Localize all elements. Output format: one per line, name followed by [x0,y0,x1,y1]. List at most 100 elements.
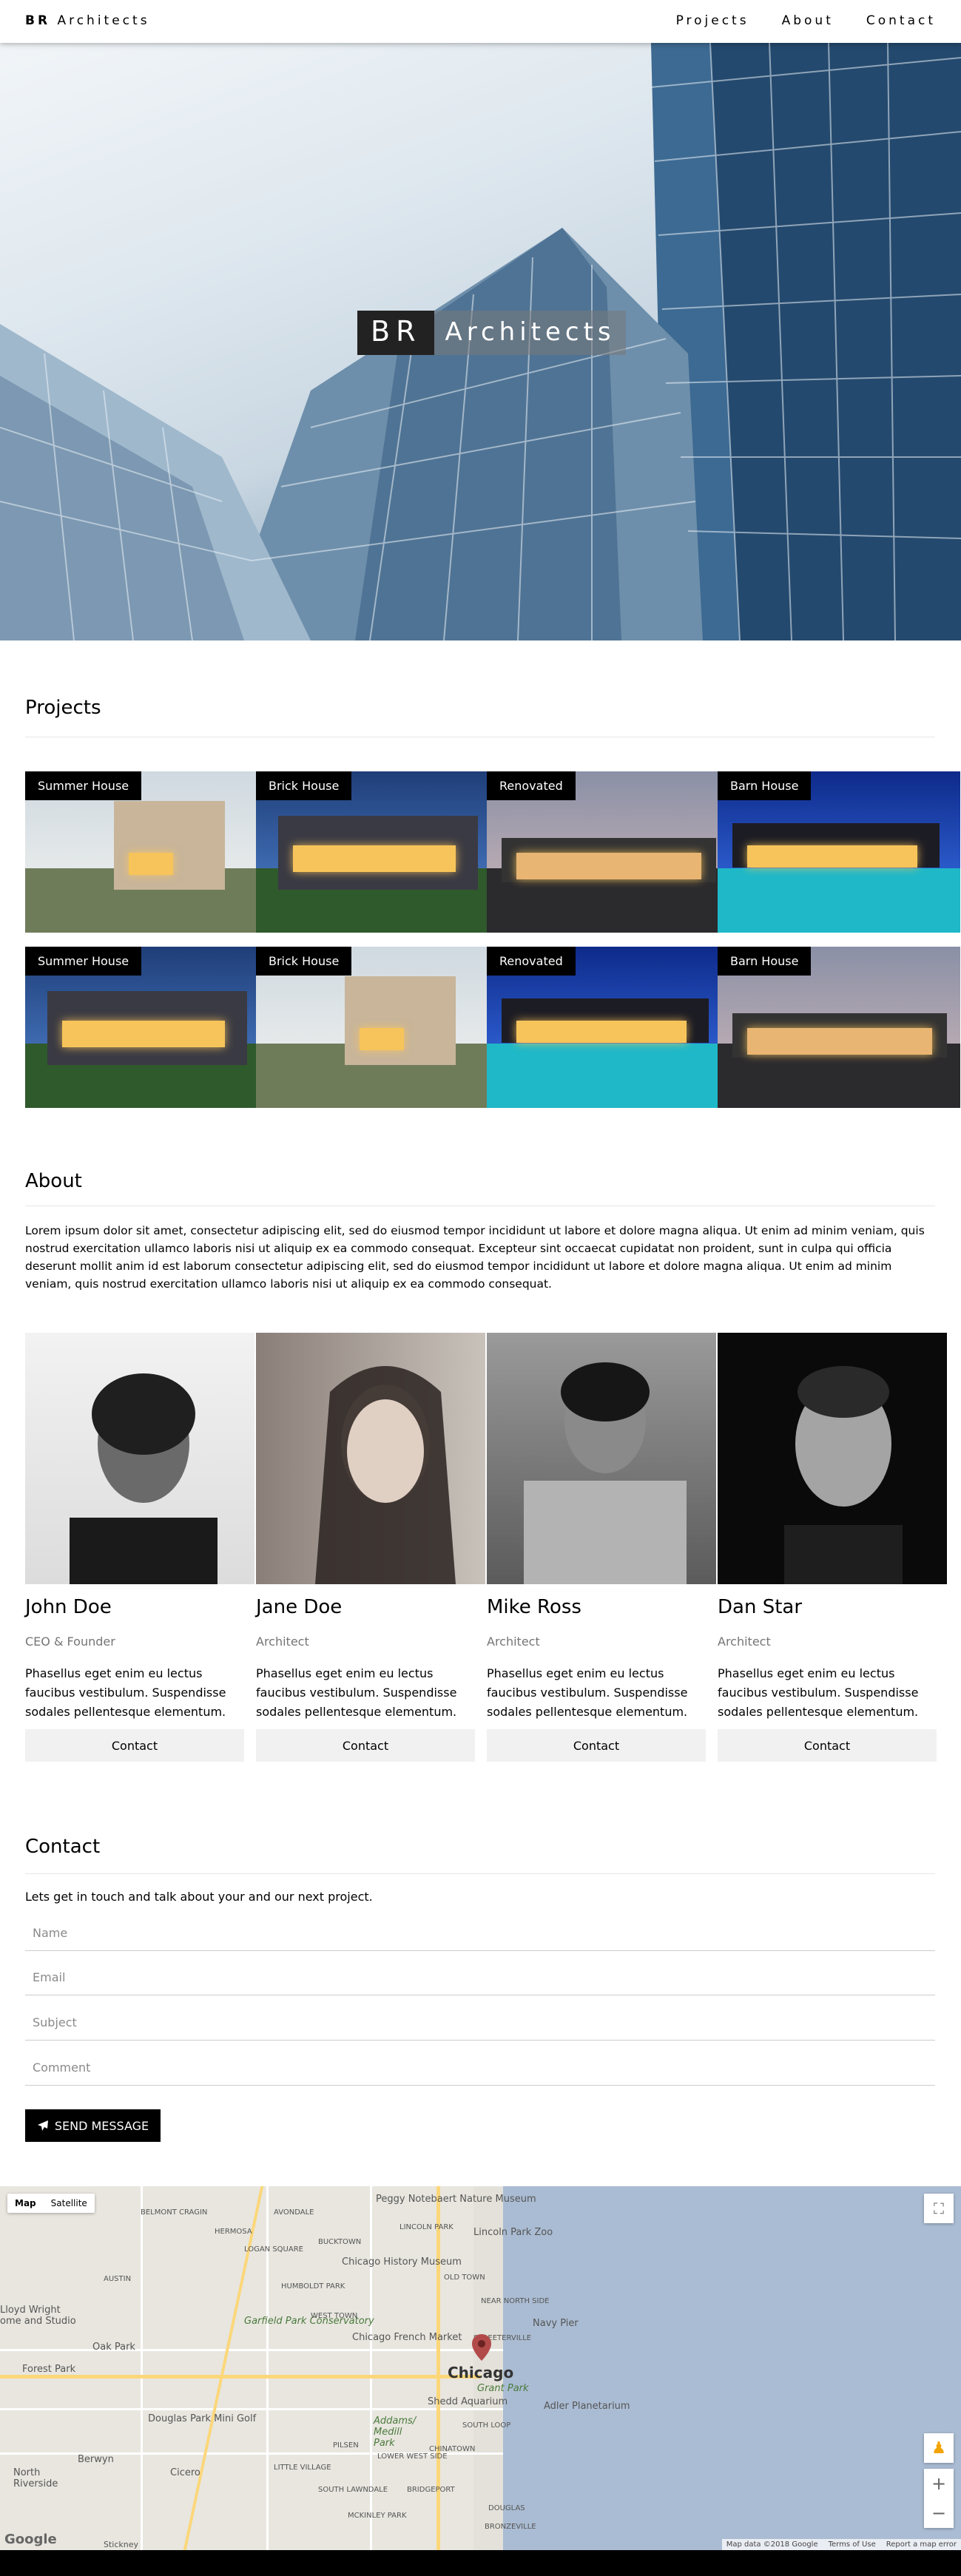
hero-title-rest: Architects [434,311,626,355]
paper-plane-icon [37,2120,48,2131]
brand-bold: BR [25,13,51,28]
project-card[interactable]: Summer House [25,947,268,1108]
brand-logo[interactable]: BR Architects [25,13,150,28]
contact-intro: Lets get in touch and talk about your an… [25,1890,373,1904]
team-contact-button[interactable]: Contact [487,1729,706,1762]
project-card[interactable]: Brick House [256,947,499,1108]
about-heading: About [25,1170,82,1192]
nav-link-about[interactable]: About [782,13,834,28]
project-label: Renovated [487,947,576,976]
project-card[interactable]: Barn House [718,771,960,933]
map-label: OLD TOWN [444,2274,485,2282]
map-data-credit: Map data ©2018 Google [726,2540,818,2549]
project-card[interactable]: Brick House [256,771,499,933]
team-name: Jane Doe [256,1596,343,1618]
contact-divider [25,1873,935,1874]
map-label: Oak Park [92,2342,135,2353]
about-text: Lorem ipsum dolor sit amet, consectetur … [25,1224,925,1291]
send-message-button[interactable]: SEND MESSAGE [25,2109,161,2142]
map-label: LOGAN SQUARE [244,2245,303,2254]
team-name: John Doe [25,1596,112,1618]
map-label: Berwyn [78,2454,114,2465]
map-label: BRIDGEPORT [407,2486,455,2494]
team-description: Phasellus eget enim eu lectus faucibus v… [25,1666,226,1719]
map-label: SOUTH LAWNDALE [318,2486,388,2494]
nav-links: Projects About Contact [676,13,936,28]
team-description: Phasellus eget enim eu lectus faucibus v… [487,1666,688,1719]
map-label: Lincoln Park Zoo [473,2227,553,2238]
map-footer: Map data ©2018 Google Terms of Use Repor… [721,2539,961,2550]
team-contact-button[interactable]: Contact [718,1729,937,1762]
map-label: BRONZEVILLE [485,2523,536,2531]
email-field[interactable] [25,1960,935,1995]
map-label: AVONDALE [274,2208,314,2217]
map-label: WEST TOWN [311,2312,358,2320]
map-label: LOWER WEST SIDE [377,2452,448,2461]
map-label: BELMONT CRAGIN [141,2208,208,2217]
map-type-satellite[interactable]: Satellite [44,2194,95,2213]
nav-link-contact[interactable]: Contact [866,13,936,28]
map-type-toggle: Map Satellite [7,2194,95,2213]
project-label: Renovated [487,771,576,800]
map-lake [503,2186,961,2550]
map-label: DOUGLAS [488,2504,525,2512]
google-logo: Google [4,2532,57,2547]
subject-field[interactable] [25,2005,935,2041]
page: BR Architects Projects About Contact BR … [0,0,961,2576]
send-message-label: SEND MESSAGE [54,2118,149,2133]
map-label: Chicago History Museum [342,2256,462,2268]
team-contact-button[interactable]: Contact [256,1729,475,1762]
map-label: BUCKTOWN [318,2238,362,2246]
google-map[interactable]: Peggy Notebaert Nature Museum Lincoln Pa… [0,2186,961,2550]
team-photo [25,1333,254,1584]
map-terms-link[interactable]: Terms of Use [829,2540,876,2549]
map-marker-icon[interactable] [472,2334,491,2361]
project-card[interactable]: Barn House [718,947,960,1108]
top-navbar: BR Architects Projects About Contact [0,0,961,43]
footer-bar [0,2550,961,2576]
street-view-pegman-icon[interactable]: ♟ [924,2433,954,2463]
team-role: Architect [487,1634,540,1649]
zoom-out-icon[interactable]: − [924,2498,954,2528]
map-label: Navy Pier [533,2318,579,2329]
team-contact-button[interactable]: Contact [25,1729,244,1762]
map-label: NEAR NORTH SIDE [481,2297,550,2305]
zoom-in-icon[interactable]: + [924,2469,954,2498]
team-photo [487,1333,716,1584]
comment-field[interactable] [25,2050,935,2086]
map-label: Lloyd Wright ome and Studio [0,2305,76,2327]
map-label: SOUTH LOOP [462,2421,511,2430]
map-report-link[interactable]: Report a map error [886,2540,957,2549]
nav-link-projects[interactable]: Projects [676,13,749,28]
team-description: Phasellus eget enim eu lectus faucibus v… [718,1666,919,1719]
map-label: HERMOSA [215,2228,252,2236]
team-description: Phasellus eget enim eu lectus faucibus v… [256,1666,457,1719]
map-label: LITTLE VILLAGE [274,2464,331,2472]
map-label: HUMBOLDT PARK [281,2282,345,2291]
team-photo [718,1333,947,1584]
map-label: Chicago French Market [352,2332,462,2343]
team-name: Dan Star [718,1596,803,1618]
hero-banner: BR Architects [0,43,961,640]
map-label: Grant Park [477,2383,529,2394]
fullscreen-icon[interactable]: ⛶ [924,2194,954,2223]
map-type-map[interactable]: Map [7,2194,44,2213]
map-label: Cicero [170,2467,200,2478]
project-card[interactable]: Summer House [25,771,268,933]
projects-heading: Projects [25,697,101,719]
map-label: Shedd Aquarium [428,2396,508,2407]
project-label: Summer House [25,771,142,800]
name-field[interactable] [25,1916,935,1951]
map-label: Addams/ Medill Park [374,2416,417,2449]
hero-title-box: BR [357,311,435,355]
map-label: Douglas Park Mini Golf [148,2413,257,2424]
map-label: North Riverside [13,2467,58,2489]
project-card[interactable]: Renovated [487,947,729,1108]
map-label: LINCOLN PARK [399,2223,453,2231]
team-name: Mike Ross [487,1596,581,1618]
map-label: PILSEN [333,2441,359,2450]
map-label: MCKINLEY PARK [348,2512,407,2520]
project-card[interactable]: Renovated [487,771,729,933]
brand-rest: Architects [57,13,150,28]
map-zoom-controls: + − [924,2469,954,2528]
